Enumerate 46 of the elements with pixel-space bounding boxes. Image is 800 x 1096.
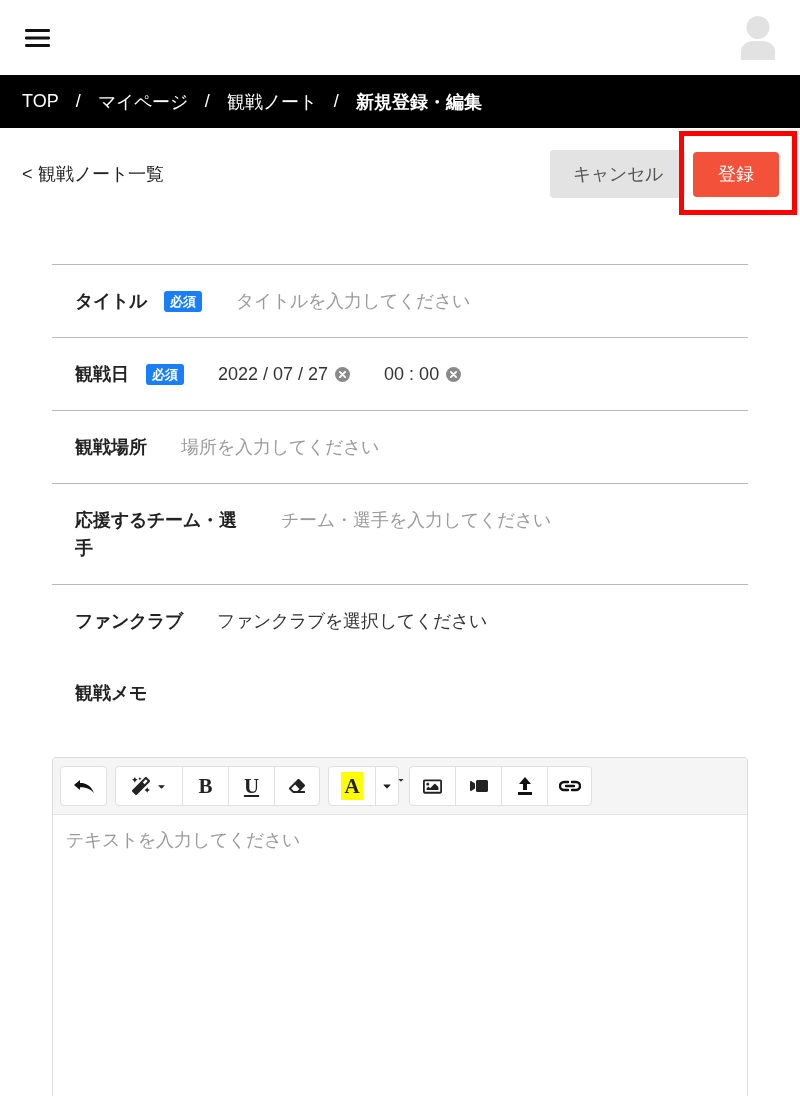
field-label: 観戦メモ	[75, 682, 147, 705]
bold-button[interactable]: B	[182, 766, 229, 806]
time-field[interactable]: 00 : 00	[384, 360, 440, 388]
field-label: ファンクラブ	[75, 610, 183, 633]
text-input[interactable]: タイトルを入力してください	[236, 287, 725, 315]
eraser-button[interactable]	[274, 766, 320, 806]
magic-wand-icon	[131, 777, 150, 795]
breadcrumb-separator: /	[75, 91, 81, 112]
required-badge: 必須	[164, 291, 202, 312]
breadcrumb-link[interactable]: マイページ	[97, 89, 188, 114]
cancel-button[interactable]: キャンセル	[550, 150, 685, 198]
undo-icon	[73, 779, 94, 793]
clear-icon[interactable]	[446, 366, 462, 382]
link-icon	[558, 780, 581, 792]
text-input[interactable]: チーム・選手を入力してください	[281, 506, 725, 534]
breadcrumb-current: 新規登録・編集	[355, 90, 482, 114]
breadcrumb-separator: /	[333, 91, 339, 112]
image-button[interactable]	[409, 766, 456, 806]
caret-icon	[397, 776, 405, 784]
text-input[interactable]: 場所を入力してください	[181, 433, 725, 461]
clear-icon[interactable]	[335, 366, 351, 382]
link-button[interactable]	[547, 766, 592, 806]
style-button[interactable]	[115, 766, 183, 806]
text-editor[interactable]: B U A テキストを入力してください	[52, 757, 748, 1096]
highlight-color-button[interactable]: A	[328, 766, 376, 806]
video-camera-icon	[469, 777, 488, 795]
breadcrumb-separator: /	[204, 91, 210, 112]
field-label: 観戦場所	[75, 436, 147, 459]
image-icon	[423, 776, 442, 796]
color-dropdown-button[interactable]	[375, 766, 399, 806]
required-badge: 必須	[146, 364, 184, 385]
undo-button[interactable]	[60, 766, 107, 806]
upload-button[interactable]	[501, 766, 548, 806]
video-button[interactable]	[455, 766, 502, 806]
breadcrumb-link[interactable]: 観戦ノート	[226, 89, 317, 114]
field-label: タイトル	[75, 290, 147, 313]
menu-icon[interactable]	[25, 28, 50, 47]
select-field[interactable]: ファンクラブを選択してください	[217, 607, 487, 635]
breadcrumb-link[interactable]: TOP	[22, 91, 59, 112]
field-label: 応援するチーム・選手	[75, 509, 238, 560]
underline-button[interactable]: U	[228, 766, 275, 806]
upload-icon	[517, 777, 532, 795]
back-link[interactable]: < 観戦ノート一覧	[22, 162, 164, 186]
date-field[interactable]: 2022 / 07 / 27	[218, 360, 329, 388]
field-label: 観戦日	[75, 363, 129, 386]
eraser-icon	[289, 778, 305, 794]
